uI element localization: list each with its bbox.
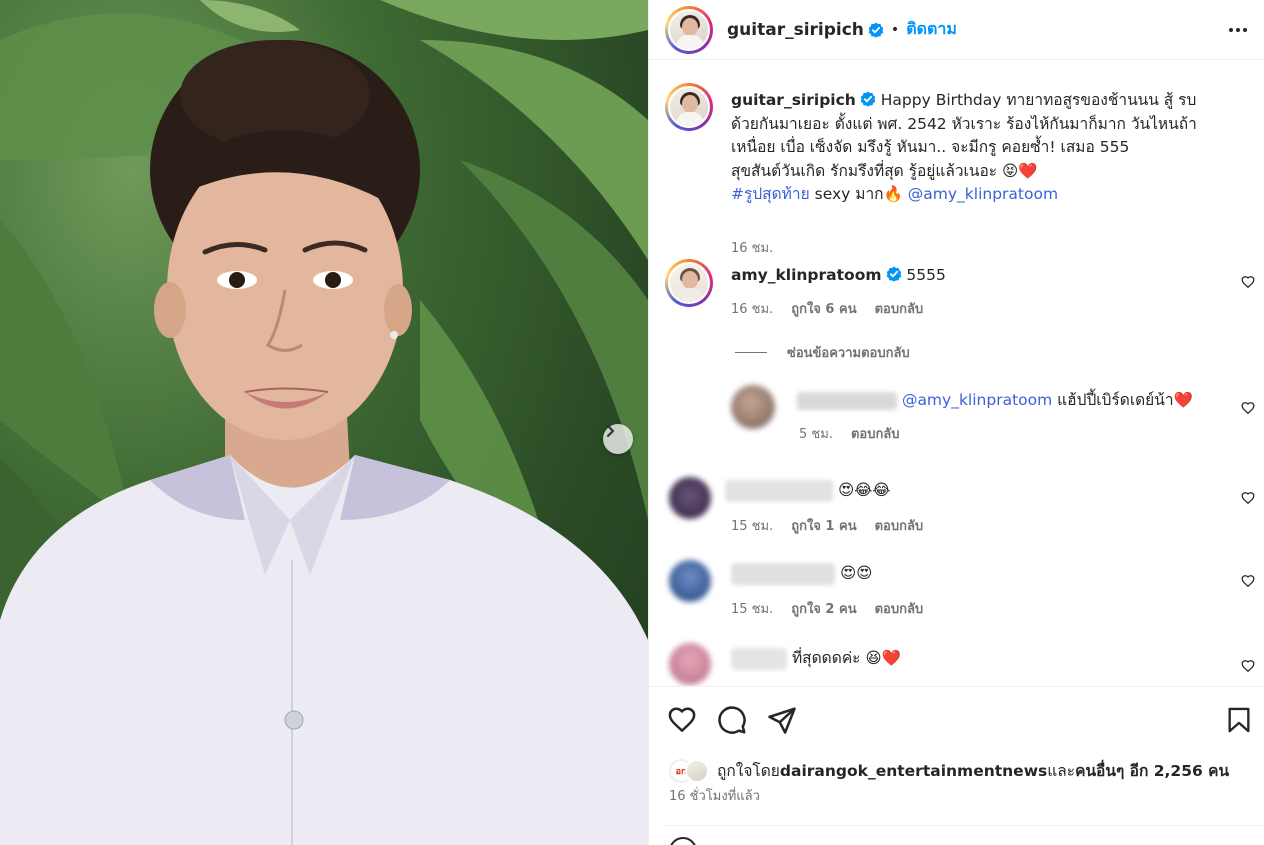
author-username[interactable]: guitar_siripich (727, 20, 864, 40)
verified-badge-icon (860, 91, 876, 107)
author-avatar[interactable] (665, 5, 713, 54)
comment-body: 😍😂😂 (837, 481, 891, 499)
post-time-ago: 16 ชั่วโมงที่แล้ว (669, 789, 760, 804)
reply-button[interactable]: ตอบกลับ (851, 423, 900, 444)
reply-button[interactable]: ตอบกลับ (875, 298, 924, 319)
comment-time: 16 ชม. (731, 302, 774, 317)
next-photo-button[interactable] (603, 424, 633, 454)
reply-text: @amy_klinpratoom แฮ้ปปี้เบิร์ดเดย์น้า❤️ (797, 389, 1215, 413)
comment-likes[interactable]: ถูกใจ 2 คน (791, 598, 856, 619)
divider (665, 825, 1264, 826)
comment-body: ที่สุดดดค่ะ 😆❤️ (791, 649, 901, 667)
like-comment-heart-icon[interactable] (1241, 659, 1255, 673)
reply-mention[interactable]: @amy_klinpratoom (902, 391, 1052, 409)
comment-username[interactable]: amy_klinpratoom (731, 266, 882, 284)
liked-by: อก ถูกใจโดย dairangok_entertainmentnews … (669, 758, 1229, 783)
like-heart-icon[interactable] (667, 705, 697, 735)
caption-time: 16 ชม. (731, 241, 774, 256)
comment-text: 😍😍 (731, 562, 1215, 586)
post-actions: อก ถูกใจโดย dairangok_entertainmentnews … (649, 686, 1264, 845)
caption-avatar[interactable] (665, 83, 713, 131)
caption-line5: สุขสันต์วันเกิด รักมรึงที่สุด รู้อยู่แล้… (731, 161, 1038, 180)
reply-meta: 5 ชม. ตอบกลับ (799, 423, 900, 444)
comment-meta: 15 ชม. ถูกใจ 2 คน ตอบกลับ (731, 598, 923, 619)
save-bookmark-icon[interactable] (1225, 705, 1253, 735)
comment-time: 15 ชม. (731, 519, 774, 534)
reply-avatar[interactable] (731, 385, 775, 429)
like-comment-heart-icon[interactable] (1241, 275, 1255, 289)
like-comment-heart-icon[interactable] (1241, 491, 1255, 505)
blurred-username (725, 479, 833, 502)
separator-dot: • (890, 21, 900, 38)
caption-username[interactable]: guitar_siripich (731, 91, 856, 109)
comment-body: 😍😍 (839, 564, 873, 582)
post-photo (0, 0, 648, 845)
comment-likes[interactable]: ถูกใจ 1 คน (791, 515, 856, 536)
blurred-username (731, 647, 787, 670)
comment-meta: 16 ชม. ถูกใจ 6 คน ตอบกลับ (731, 298, 923, 319)
comments-list[interactable]: guitar_siripich Happy Birthday ทายาทอสูร… (649, 61, 1264, 686)
liked-by-others[interactable]: คนอื่นๆ อีก 2,256 คน (1075, 758, 1229, 783)
divider-line (735, 352, 767, 353)
post-viewer: guitar_siripich • ติดตาม guitar_siripich… (0, 0, 1264, 845)
reply-body: แฮ้ปปี้เบิร์ดเดย์น้า❤️ (1052, 391, 1193, 409)
liker-avatars: อก (669, 758, 711, 783)
comment-time: 15 ชม. (731, 602, 774, 617)
liker-avatar[interactable] (685, 758, 709, 783)
emoji-icon[interactable] (669, 837, 697, 845)
comment-bubble-icon[interactable] (717, 705, 747, 735)
chevron-right-icon (606, 424, 615, 438)
commenter-avatar[interactable] (665, 259, 713, 307)
liked-by-middle: และ (1047, 762, 1076, 780)
commenter-avatar[interactable] (669, 643, 711, 685)
liked-by-user[interactable]: dairangok_entertainmentnews (780, 762, 1047, 780)
comment-meta: 15 ชม. ถูกใจ 1 คน ตอบกลับ (731, 515, 923, 536)
caption-hashtag[interactable]: #รูปสุดท้าย (731, 185, 810, 203)
verified-badge-icon (868, 22, 884, 38)
hide-replies-toggle[interactable]: ซ่อนข้อความตอบกลับ (735, 342, 910, 363)
post-header: guitar_siripich • ติดตาม (649, 0, 1264, 60)
follow-button[interactable]: ติดตาม (906, 17, 957, 42)
caption-text: guitar_siripich Happy Birthday ทายาทอสูร… (731, 89, 1215, 207)
reply-button[interactable]: ตอบกลับ (875, 515, 924, 536)
post-side-panel: guitar_siripich • ติดตาม guitar_siripich… (648, 0, 1264, 845)
comment-text: 😍😂😂 (725, 479, 1215, 503)
caption-meta: 16 ชม. (731, 237, 773, 258)
commenter-avatar[interactable] (669, 560, 711, 602)
share-send-icon[interactable] (767, 705, 797, 735)
liked-by-prefix: ถูกใจโดย (717, 762, 780, 780)
reply-time: 5 ชม. (799, 427, 833, 442)
comment-likes[interactable]: ถูกใจ 6 คน (791, 298, 856, 319)
caption-after-hashtag: sexy มาก🔥 (809, 185, 908, 203)
commenter-avatar[interactable] (669, 477, 711, 519)
like-comment-heart-icon[interactable] (1241, 574, 1255, 588)
like-comment-heart-icon[interactable] (1241, 401, 1255, 415)
comment-text: amy_klinpratoom 5555 (731, 264, 1215, 288)
action-icons (667, 705, 1253, 737)
blurred-username (731, 562, 835, 585)
hide-replies-label: ซ่อนข้อความตอบกลับ (787, 346, 910, 361)
reply-button[interactable]: ตอบกลับ (875, 598, 924, 619)
comment-text: ที่สุดดดค่ะ 😆❤️ (731, 647, 1215, 671)
blurred-username (797, 391, 897, 410)
verified-badge-icon (886, 266, 901, 282)
caption-mention[interactable]: @amy_klinpratoom (908, 185, 1058, 203)
portrait-illustration (0, 0, 648, 845)
more-options-icon[interactable] (1228, 20, 1248, 40)
comment-body: 5555 (901, 266, 946, 284)
